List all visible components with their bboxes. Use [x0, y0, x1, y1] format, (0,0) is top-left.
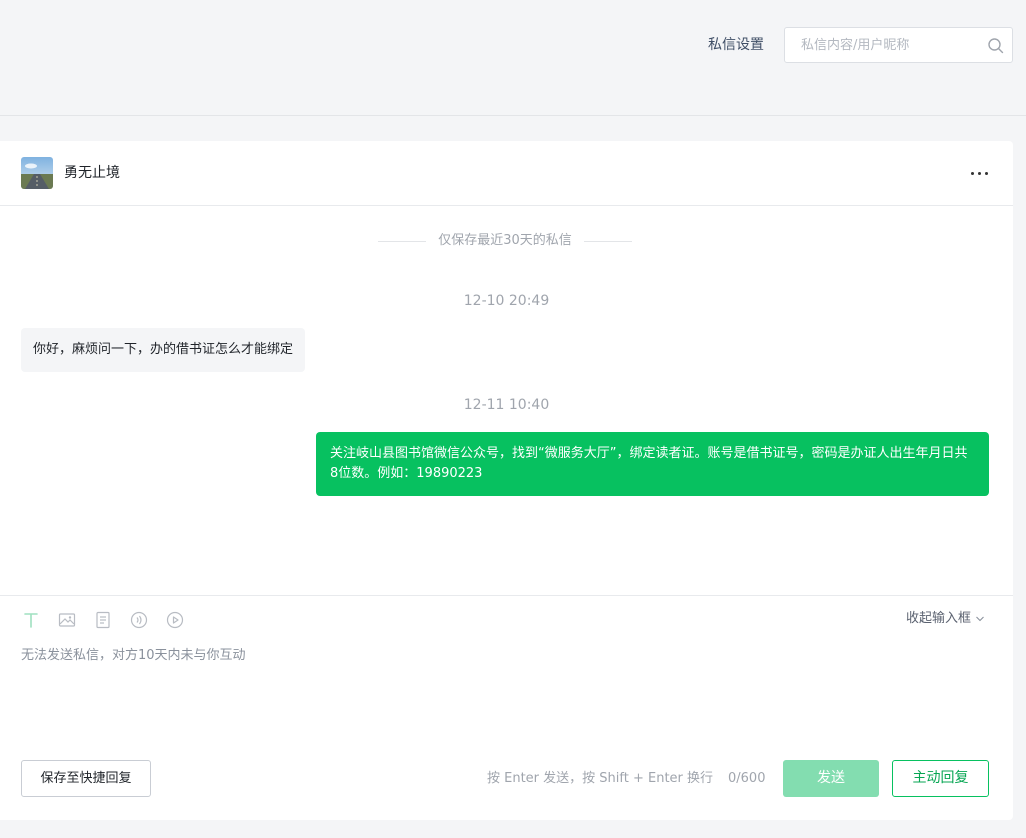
message-composer: 收起输入框 无法发送私信，对方10天内未与你互动 保存至快捷回复 按 Enter… — [0, 595, 1013, 820]
more-icon[interactable] — [968, 163, 990, 183]
retention-notice-text: 仅保存最近30天的私信 — [438, 233, 572, 248]
top-bar: 私信设置 — [0, 0, 1026, 116]
message-timestamp: 12-10 20:49 — [463, 293, 550, 309]
collapse-input-button[interactable]: 收起输入框 — [906, 610, 985, 628]
search-input[interactable] — [801, 35, 981, 55]
proactive-reply-button[interactable]: 主动回复 — [892, 760, 989, 797]
document-icon[interactable] — [93, 610, 113, 630]
send-button[interactable]: 发送 — [783, 760, 879, 797]
character-counter: 0/600 — [728, 771, 766, 786]
search-icon[interactable] — [987, 37, 1005, 55]
compose-disabled-hint: 无法发送私信，对方10天内未与你互动 — [21, 648, 246, 663]
search-box[interactable] — [784, 27, 1013, 63]
message-settings-link[interactable]: 私信设置 — [708, 35, 764, 55]
save-quick-reply-button[interactable]: 保存至快捷回复 — [21, 760, 151, 797]
send-shortcut-hint: 按 Enter 发送，按 Shift + Enter 换行 — [487, 771, 714, 786]
collapse-input-label: 收起输入框 — [906, 611, 972, 626]
avatar[interactable] — [21, 157, 53, 189]
audio-icon[interactable] — [129, 610, 149, 630]
video-icon[interactable] — [165, 610, 185, 630]
retention-notice: 仅保存最近30天的私信 — [378, 231, 632, 251]
conversation-header: 勇无止境 — [0, 141, 1013, 206]
text-icon[interactable] — [21, 610, 41, 630]
outgoing-message-bubble: 关注岐山县图书馆微信公众号，找到“微服务大厅”，绑定读者证。账号是借书证号，密码… — [316, 432, 989, 496]
conversation-username[interactable]: 勇无止境 — [64, 163, 120, 183]
image-icon[interactable] — [57, 610, 77, 630]
incoming-message-bubble: 你好，麻烦问一下，办的借书证怎么才能绑定 — [21, 328, 306, 372]
message-timestamp: 12-11 10:40 — [463, 397, 550, 413]
chevron-down-icon — [976, 616, 985, 621]
conversation-panel: 勇无止境 仅保存最近30天的私信 12-10 20:49 你好，麻烦问一下，办的… — [0, 141, 1013, 820]
